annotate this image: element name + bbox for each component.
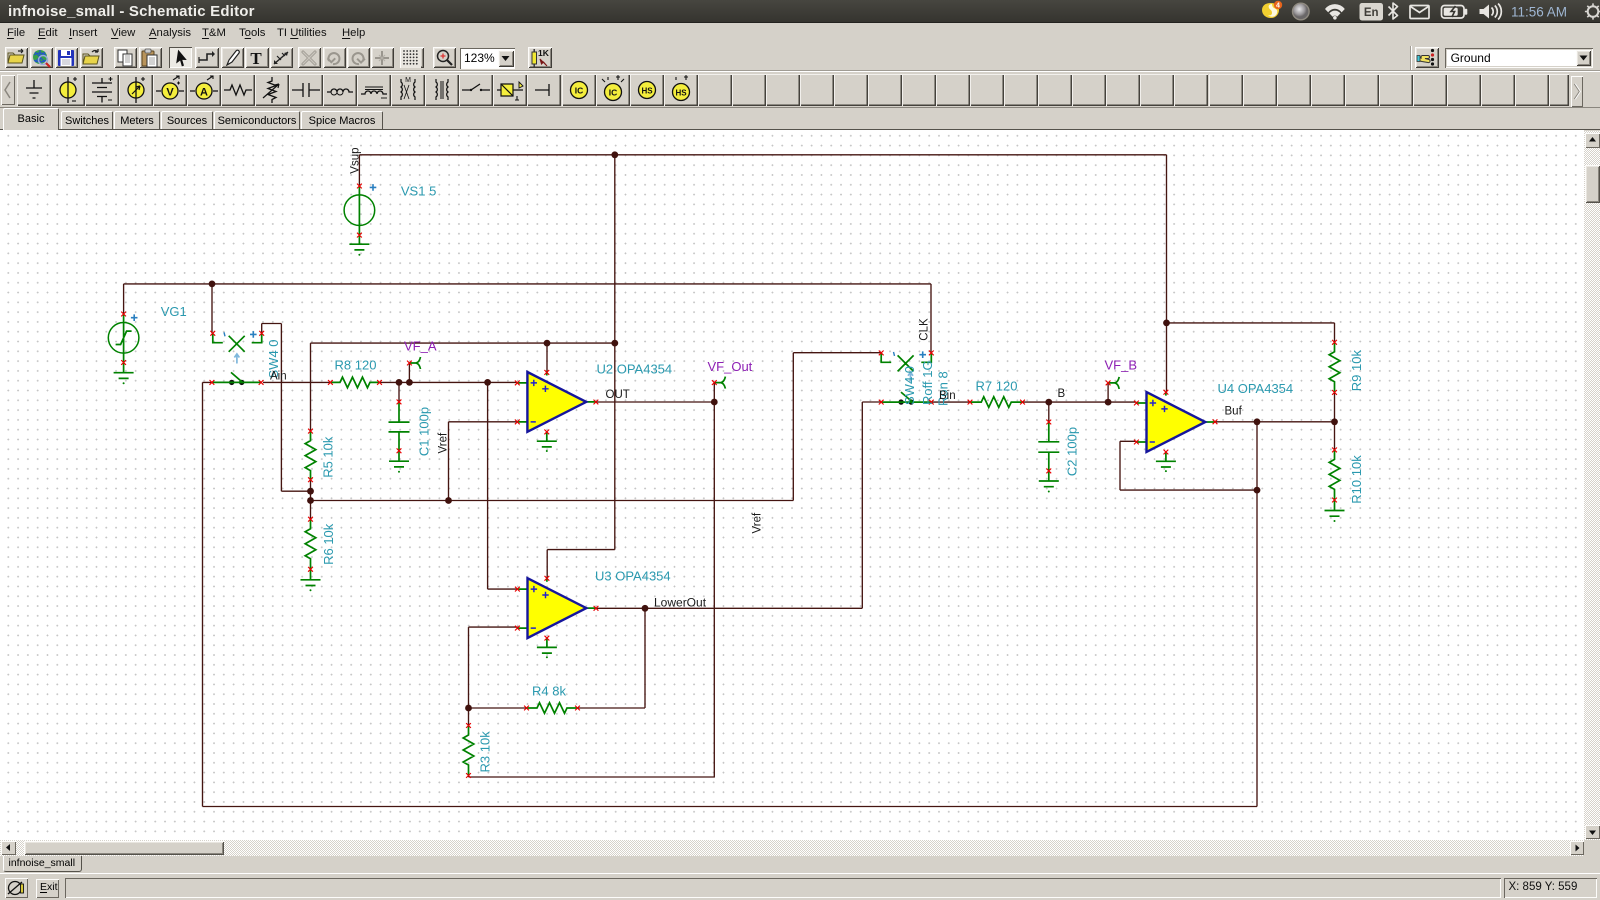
svg-text:C2 100p: C2 100p	[1065, 427, 1080, 476]
svg-text:CLK: CLK	[919, 318, 931, 341]
svg-text:4: 4	[1276, 3, 1280, 10]
svg-text:LowerOut: LowerOut	[654, 596, 707, 610]
svg-text:V: V	[166, 87, 174, 99]
svg-text:OUT: OUT	[606, 389, 630, 401]
svg-text:Vref: Vref	[438, 432, 450, 453]
svg-text:T: T	[250, 49, 262, 68]
svg-text:Ain: Ain	[270, 371, 287, 383]
svg-text:HS: HS	[675, 89, 687, 98]
svg-text:VF_Out: VF_Out	[708, 359, 753, 374]
svg-text:B: B	[1058, 388, 1066, 400]
svg-text:Roff 1G: Roff 1G	[920, 360, 935, 405]
svg-text:R8 120: R8 120	[335, 358, 377, 373]
svg-text:R3 10k: R3 10k	[478, 731, 493, 773]
svg-text:1K: 1K	[538, 48, 550, 58]
svg-text:IC: IC	[574, 86, 583, 96]
svg-text:U4 OPA4354: U4 OPA4354	[1218, 381, 1294, 396]
svg-text:R9 10k: R9 10k	[1349, 350, 1364, 392]
svg-text:U2 OPA4354: U2 OPA4354	[597, 362, 673, 377]
svg-text:VF_B: VF_B	[1105, 358, 1138, 373]
svg-text:VG1: VG1	[161, 304, 187, 319]
svg-text:Bin: Bin	[939, 390, 956, 402]
svg-text:HS: HS	[641, 87, 653, 96]
svg-text:Buf: Buf	[1225, 406, 1243, 418]
svg-text:11:56 AM: 11:56 AM	[1511, 5, 1567, 20]
svg-text:C1 100p: C1 100p	[417, 407, 432, 456]
svg-text:R5 10k: R5 10k	[320, 436, 335, 478]
svg-text:R4 8k: R4 8k	[532, 684, 566, 699]
svg-text:IC: IC	[608, 88, 617, 98]
svg-text:M: M	[405, 77, 411, 84]
svg-text:SW4 0: SW4 0	[902, 366, 917, 405]
svg-text:En: En	[1364, 7, 1379, 19]
svg-text:R6 10k: R6 10k	[321, 523, 336, 565]
svg-text:R7 120: R7 120	[976, 379, 1018, 394]
svg-text:R10 10k: R10 10k	[1349, 455, 1364, 504]
svg-text:A: A	[200, 87, 208, 99]
svg-text:Vsup: Vsup	[349, 147, 361, 173]
svg-text:VS1 5: VS1 5	[401, 183, 436, 198]
svg-text:U3 OPA4354: U3 OPA4354	[595, 569, 671, 584]
svg-text:Vref: Vref	[752, 512, 764, 533]
svg-text:VF_A: VF_A	[404, 339, 437, 354]
